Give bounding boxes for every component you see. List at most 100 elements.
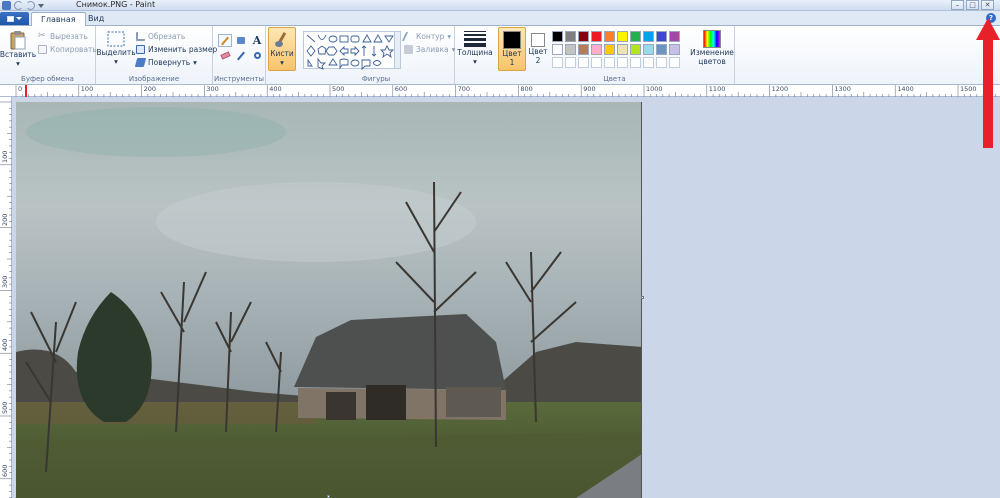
color1-button[interactable]: Цвет 1	[498, 27, 526, 71]
image-canvas[interactable]	[16, 102, 642, 498]
palette-swatch[interactable]	[591, 31, 602, 42]
palette-swatch[interactable]	[552, 44, 563, 55]
palette-swatch[interactable]	[565, 44, 576, 55]
ruler-tick-label: 0	[18, 85, 23, 93]
palette-custom-swatch[interactable]	[578, 57, 589, 68]
palette-swatch[interactable]	[552, 31, 563, 42]
size-button[interactable]: Толщина ▾	[457, 30, 493, 66]
color2-button[interactable]: Цвет 2	[527, 30, 549, 65]
palette-swatch[interactable]	[604, 31, 615, 42]
text-tool-icon[interactable]: A	[250, 34, 264, 47]
palette-swatch[interactable]	[565, 31, 576, 42]
title-bar: Снимок.PNG - Paint – □ ✕	[0, 0, 1000, 11]
fill-icon	[404, 45, 413, 54]
tab-view[interactable]: Вид	[79, 12, 113, 26]
ruler-tick-label: 300	[206, 85, 219, 93]
ruler-tick-label: 200	[1, 213, 9, 226]
ruler-tick-label: 400	[269, 85, 282, 93]
palette-swatch[interactable]	[669, 44, 680, 55]
red-arrow-annotation	[976, 18, 1000, 148]
shapes-icons	[306, 34, 395, 71]
palette-swatch[interactable]	[669, 31, 680, 42]
ruler-tick-label: 600	[394, 85, 408, 93]
brushes-button[interactable]: Кисти ▾	[268, 27, 296, 71]
eraser-icon[interactable]	[218, 49, 232, 62]
resize-button[interactable]: Изменить размер	[136, 44, 217, 55]
colors-group: Цвет 1 Цвет 2 Изменение цветов Цвета	[495, 26, 735, 84]
palette-custom-swatch[interactable]	[604, 57, 615, 68]
paint-menu-button[interactable]	[0, 12, 29, 25]
redo-icon[interactable]	[26, 1, 35, 10]
colors-group-label: Цвета	[603, 75, 626, 83]
palette-swatch[interactable]	[578, 31, 589, 42]
palette-custom-swatch[interactable]	[591, 57, 602, 68]
cut-button[interactable]: ✂ Вырезать	[38, 31, 88, 42]
outline-button[interactable]: Контур ▾	[401, 31, 451, 42]
palette-custom-swatch[interactable]	[669, 57, 680, 68]
palette-swatch[interactable]	[630, 44, 641, 55]
tab-home[interactable]: Главная	[31, 12, 86, 27]
fill-button[interactable]: Заливка ▾	[404, 44, 455, 55]
pencil-icon[interactable]	[218, 34, 232, 47]
palette-swatch[interactable]	[643, 44, 654, 55]
horizontal-ruler: 0 100 200 300 400 500 600 700 800 900 1000 1100 1200…	[0, 85, 1000, 97]
ribbon: Вставить ▾ ✂ Вырезать Копировать Буфер о…	[0, 26, 1000, 85]
ruler-tick-label: 800	[520, 85, 533, 93]
palette-swatch[interactable]	[617, 31, 628, 42]
palette-custom-swatch[interactable]	[656, 57, 667, 68]
customize-quick-access-icon[interactable]	[38, 4, 44, 8]
ruler-tick-label: 1400	[897, 85, 914, 93]
tools-group: A Инструменты	[213, 26, 266, 84]
tools-grid: A	[218, 34, 264, 62]
palette-custom-swatch[interactable]	[630, 57, 641, 68]
ruler-tick-label: 700	[457, 85, 471, 93]
ruler-tick-label: 500	[332, 85, 345, 93]
select-button[interactable]: Выделить ▾	[96, 30, 136, 66]
undo-icon[interactable]	[14, 1, 23, 10]
ruler-tick-label: 300	[1, 275, 9, 289]
palette-swatch[interactable]	[656, 31, 667, 42]
shapes-gallery[interactable]	[303, 31, 395, 71]
ribbon-tab-row: Главная Вид ?	[0, 11, 1000, 27]
palette-custom-swatch[interactable]	[565, 57, 576, 68]
palette-custom-swatch[interactable]	[552, 57, 563, 68]
palette-swatch[interactable]	[656, 44, 667, 55]
resize-handle-right[interactable]	[641, 296, 644, 299]
copy-button[interactable]: Копировать	[38, 44, 97, 55]
color2-swatch	[531, 33, 545, 47]
ruler-tick-label: 100	[1, 150, 9, 163]
ruler-tick-label: 1200	[771, 85, 789, 93]
magnifier-icon[interactable]	[250, 49, 264, 62]
palette-swatch[interactable]	[578, 44, 589, 55]
chevron-down-icon	[16, 17, 22, 20]
palette-swatch[interactable]	[630, 31, 641, 42]
crop-icon	[136, 32, 145, 41]
rotate-button[interactable]: Повернуть ▾	[134, 57, 197, 68]
ruler-tick-label: 1000	[646, 85, 663, 93]
vertical-ruler: 100 200 300 400 500 600	[0, 97, 12, 498]
palette-swatch[interactable]	[591, 44, 602, 55]
paste-icon	[10, 31, 26, 50]
select-icon	[107, 31, 125, 47]
close-button[interactable]: ✕	[981, 0, 994, 10]
palette-swatch[interactable]	[604, 44, 615, 55]
paint-menu-icon	[7, 15, 14, 22]
crop-button[interactable]: Обрезать	[136, 31, 185, 42]
ruler-tick-label: 1300	[834, 85, 851, 93]
minimize-button[interactable]: –	[951, 0, 964, 10]
ruler-tick-label: 900	[583, 85, 596, 93]
edit-colors-button[interactable]: Изменение цветов	[690, 30, 734, 66]
window-title: Снимок.PNG - Paint	[76, 0, 156, 9]
palette-swatch[interactable]	[617, 44, 628, 55]
copy-icon	[38, 45, 47, 54]
save-icon[interactable]	[2, 1, 11, 10]
paste-button[interactable]: Вставить ▾	[0, 30, 36, 68]
ruler-tick-label: 600	[1, 464, 9, 477]
maximize-button[interactable]: □	[966, 0, 979, 10]
shapes-scrollbar[interactable]	[395, 31, 401, 69]
palette-custom-swatch[interactable]	[617, 57, 628, 68]
color-picker-icon[interactable]	[234, 49, 248, 62]
palette-custom-swatch[interactable]	[643, 57, 654, 68]
palette-swatch[interactable]	[643, 31, 654, 42]
fill-bucket-icon[interactable]	[234, 34, 248, 47]
